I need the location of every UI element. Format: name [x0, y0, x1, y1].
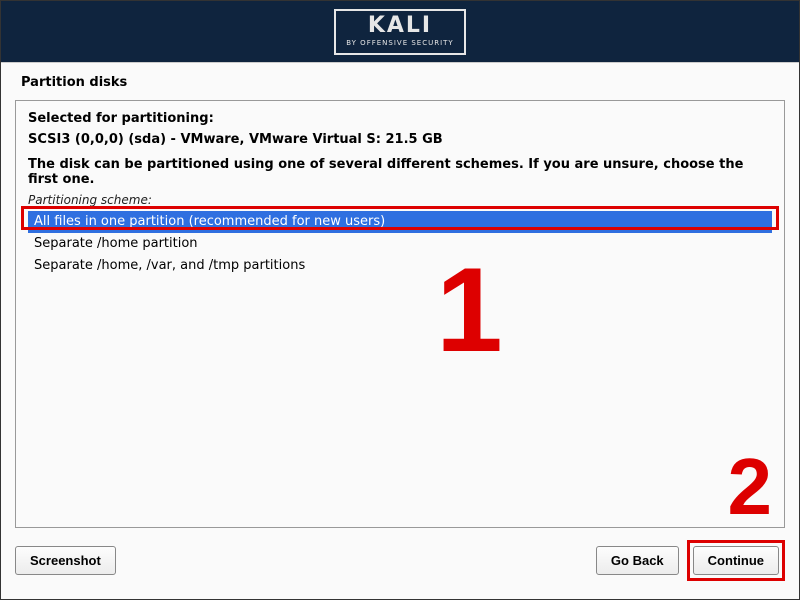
go-back-button[interactable]: Go Back [596, 546, 679, 575]
footer-right-group: Go Back Continue [596, 540, 785, 581]
partition-option-separate-home-var-tmp[interactable]: Separate /home, /var, and /tmp partition… [28, 255, 772, 277]
partition-option-all-in-one[interactable]: All files in one partition (recommended … [28, 211, 772, 233]
partition-description: The disk can be partitioned using one of… [28, 157, 772, 187]
logo-subtitle: BY OFFENSIVE SECURITY [346, 39, 453, 47]
annotation-number-2: 2 [728, 441, 773, 533]
selected-for-partitioning-label: Selected for partitioning: [28, 111, 772, 126]
kali-logo: KALI BY OFFENSIVE SECURITY [334, 9, 465, 55]
partition-option-separate-home[interactable]: Separate /home partition [28, 233, 772, 255]
partitioning-scheme-label: Partitioning scheme: [28, 193, 772, 207]
disk-info: SCSI3 (0,0,0) (sda) - VMware, VMware Vir… [28, 132, 772, 147]
footer-bar: Screenshot Go Back Continue [1, 528, 799, 593]
annotation-highlight-continue: Continue [687, 540, 785, 581]
screenshot-button[interactable]: Screenshot [15, 546, 116, 575]
partition-panel: Selected for partitioning: SCSI3 (0,0,0)… [15, 100, 785, 528]
page-title: Partition disks [1, 63, 799, 100]
continue-button[interactable]: Continue [693, 546, 779, 575]
partition-scheme-list: All files in one partition (recommended … [28, 211, 772, 277]
installer-header: KALI BY OFFENSIVE SECURITY [1, 1, 799, 63]
logo-title: KALI [346, 15, 453, 37]
